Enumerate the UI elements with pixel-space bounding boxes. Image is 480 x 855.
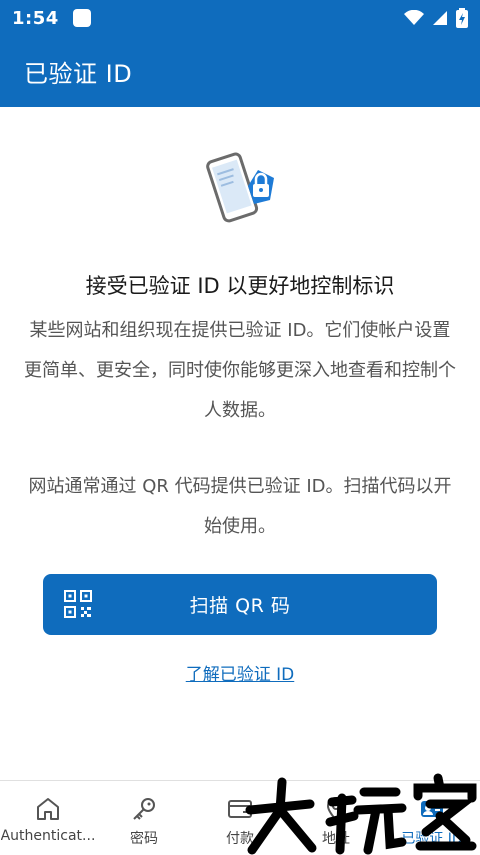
nav-label-addresses: 地址 <box>322 831 350 847</box>
status-bar: 1:54 <box>0 0 480 36</box>
phone-lock-icon <box>206 152 274 223</box>
nav-label-authenticator: Authenticat... <box>0 828 96 844</box>
nav-item-authenticator[interactable]: Authenticat... <box>0 781 96 855</box>
nav-item-passwords[interactable]: 密码 <box>96 781 192 855</box>
nav-item-verified-id[interactable]: 已验证 ID <box>384 781 480 855</box>
qr-code-icon <box>64 590 92 618</box>
scan-button-label: 扫描 QR 码 <box>189 595 291 617</box>
verified-id-icon <box>421 801 443 817</box>
app-bar: 已验证 ID <box>0 36 480 107</box>
main-heading: 接受已验证 ID 以更好地控制标识 <box>85 274 395 298</box>
status-time: 1:54 <box>12 7 59 29</box>
page-title: 已验证 ID <box>24 60 133 88</box>
notification-icon <box>72 9 91 27</box>
nav-item-addresses[interactable]: 地址 <box>288 781 384 855</box>
nav-item-payments[interactable]: 付款 <box>192 781 288 855</box>
status-icons <box>404 8 468 28</box>
description-paragraph: 某些网站和组织现在提供已验证 ID。它们使帐户设置更简单、更安全，同时使你能够更… <box>24 320 456 421</box>
location-icon <box>326 797 346 822</box>
card-icon <box>228 800 252 818</box>
wifi-icon <box>404 10 424 25</box>
signal-icon <box>433 11 447 25</box>
key-icon <box>133 798 155 820</box>
nav-label-verified-id: 已验证 ID <box>401 831 463 847</box>
nav-label-payments: 付款 <box>226 831 254 847</box>
home-icon <box>37 798 59 820</box>
learn-verified-id-link[interactable]: 了解已验证 ID <box>0 660 480 685</box>
nav-label-passwords: 密码 <box>130 831 158 847</box>
bottom-nav: Authenticat... 密码 付款 地址 已验证 ID <box>0 780 480 855</box>
scan-qr-button[interactable]: 扫描 QR 码 <box>43 574 437 635</box>
battery-icon <box>456 8 468 28</box>
instruction-paragraph: 网站通常通过 QR 代码提供已验证 ID。扫描代码以开始使用。 <box>28 476 452 537</box>
